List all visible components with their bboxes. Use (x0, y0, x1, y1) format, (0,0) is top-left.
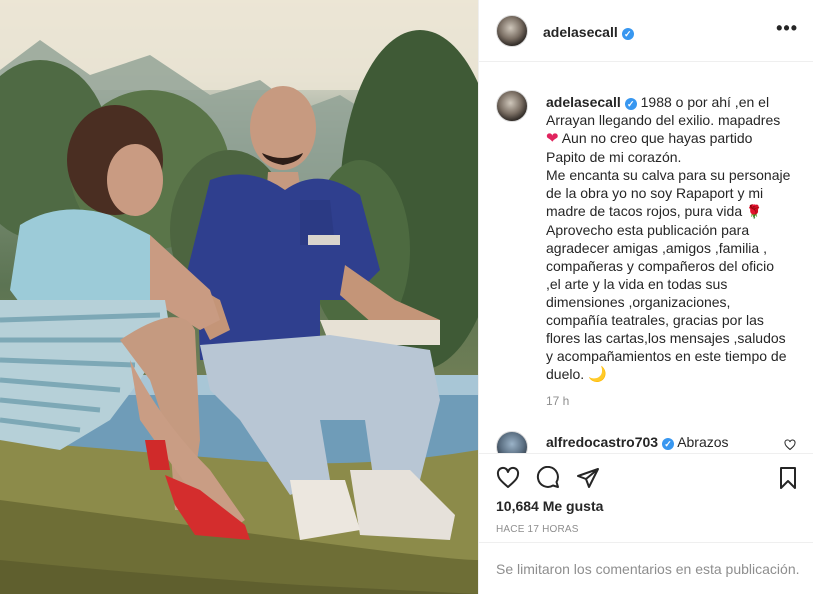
comment-item: alfredocastro703 ✓ Abrazos (496, 431, 796, 453)
bookmark-icon[interactable] (776, 466, 800, 490)
comment-body: Abrazos (677, 434, 729, 450)
caption-line-1: adelasecall ✓ 1988 o por ahí ,en el (546, 94, 770, 110)
comments-area[interactable]: adelasecall ✓ 1988 o por ahí ,en el Array… (479, 63, 813, 453)
rose-emoji-icon: 🌹 (746, 204, 763, 219)
caption-line-7: madre de tacos rojos, pura vida 🌹 (546, 203, 763, 219)
caption-line-11: ,el arte y la vida en todas sus (546, 276, 728, 292)
caption-author-username[interactable]: adelasecall ✓ (546, 94, 637, 110)
post-actions-bar (479, 453, 813, 499)
caption-line-5: Me encanta su calva para su personaje (546, 167, 791, 183)
caption-line-2: Arrayan llegando del exilio. mapadres (546, 112, 781, 128)
verified-badge-icon: ✓ (624, 98, 637, 110)
author-username-text[interactable]: adelasecall (543, 24, 618, 40)
caption-line-13: compañía teatrales, gracias por las (546, 312, 764, 328)
comment-like-heart-icon[interactable] (784, 439, 796, 451)
caption-line-9: agradecer amigas ,amigos ,familia , (546, 240, 767, 256)
caption-line-12: dimensiones ,organizaciones, (546, 294, 731, 310)
comment-bubble-icon[interactable] (536, 465, 560, 490)
caption-line-3: ❤ Aun no creo que hayas partido (546, 130, 753, 147)
post-header: adelasecall ✓ ••• (479, 0, 813, 62)
verified-badge-icon: ✓ (662, 438, 675, 450)
comment-text: alfredocastro703 ✓ Abrazos (546, 434, 729, 450)
like-count[interactable]: 10,684 Me gusta (496, 498, 603, 514)
caption-author-avatar[interactable] (496, 90, 528, 122)
caption-line-6: de la obra yo no soy Rapaport y mi (546, 185, 764, 201)
photo-illustration (0, 0, 478, 594)
post-side-panel: adelasecall ✓ ••• adelasecall ✓ 1988 o por… (478, 0, 813, 594)
caption-line-16: duelo. 🌙 (546, 366, 607, 383)
verified-badge-icon: ✓ (621, 28, 634, 40)
caption-line-10: compañeras y compañeros del oficio (546, 258, 775, 274)
caption-line-8: Aprovecho esta publicación para (546, 222, 750, 238)
caption-line-4: Papito de mi corazón. (546, 149, 682, 165)
post-date[interactable]: HACE 17 HORAS (496, 524, 579, 535)
more-options-icon[interactable]: ••• (776, 18, 798, 39)
caption-time-ago[interactable]: 17 h (546, 394, 569, 408)
red-heart-emoji-icon: ❤ (546, 130, 559, 147)
author-avatar[interactable] (496, 15, 528, 47)
heart-outline-icon[interactable] (496, 466, 520, 490)
post-photo (0, 0, 478, 594)
caption-line-14: flores las cartas,los mensajes ,saludos (546, 330, 786, 346)
caption-line-15: y acompañamientos en este tiempo de (546, 348, 787, 364)
commenter-username[interactable]: alfredocastro703 ✓ (546, 434, 675, 450)
post-caption: adelasecall ✓ 1988 o por ahí ,en el Array… (546, 93, 804, 384)
paper-plane-icon[interactable] (576, 466, 600, 490)
comments-limited-notice: Se limitaron los comentarios en esta pub… (479, 542, 813, 594)
crescent-moon-emoji-icon: 🌙 (588, 366, 607, 383)
author-username[interactable]: adelasecall ✓ (543, 24, 634, 40)
commenter-avatar[interactable] (496, 431, 528, 453)
